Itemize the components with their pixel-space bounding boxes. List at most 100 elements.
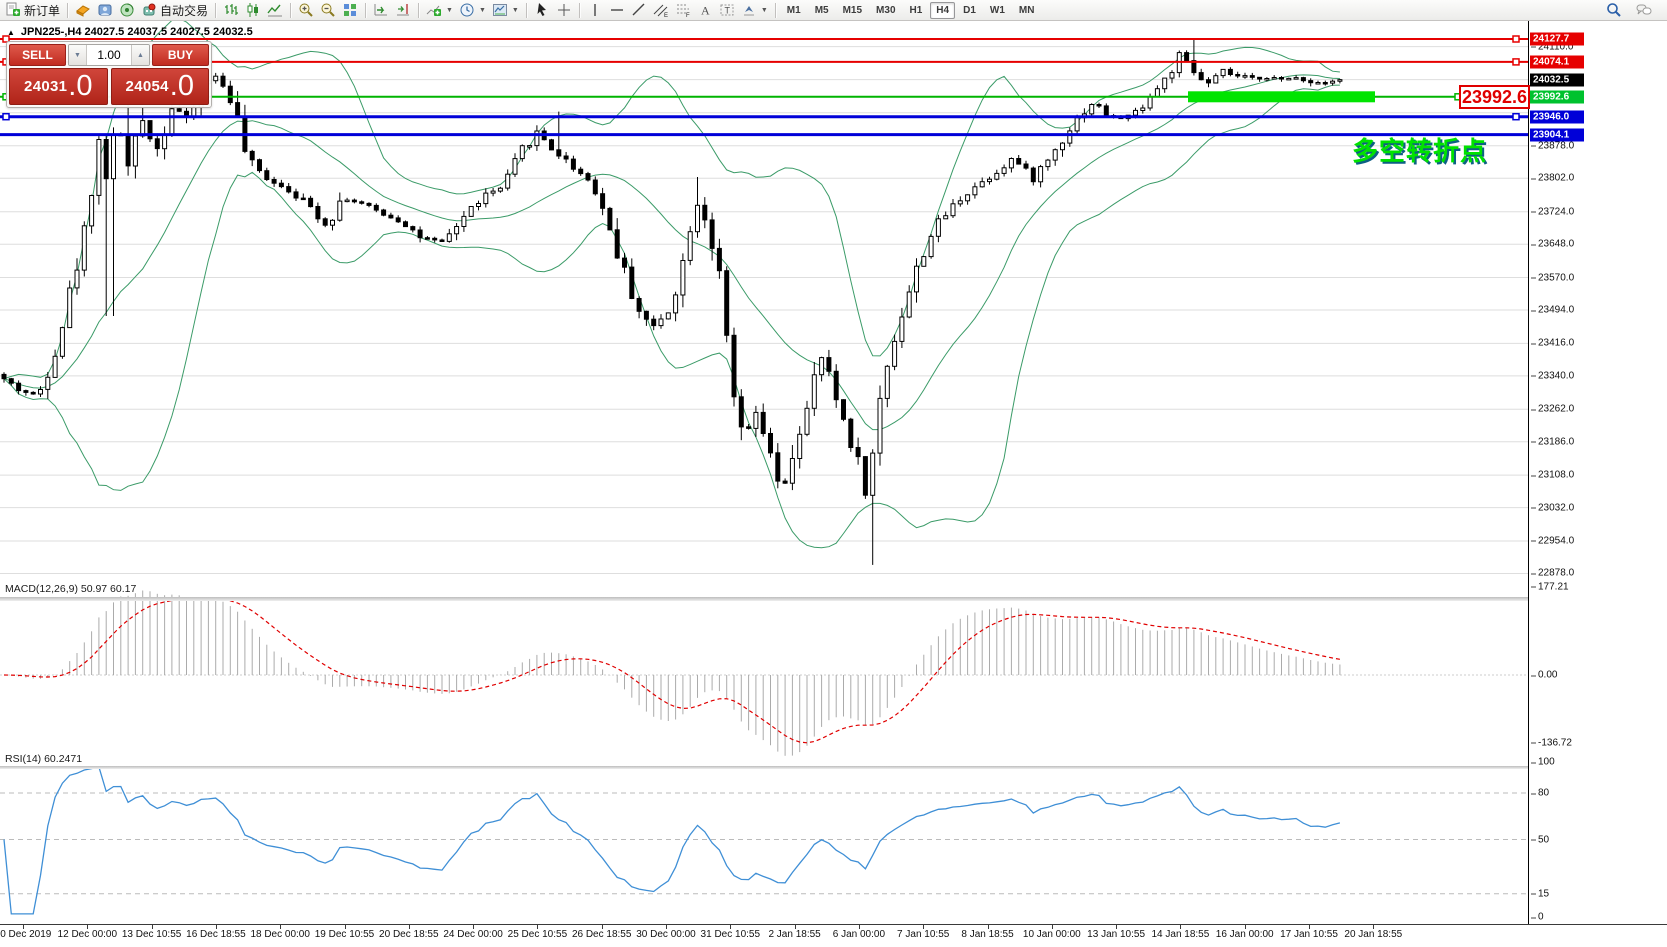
navigator-button[interactable] [116,1,138,19]
rsi-line [4,767,1340,914]
time-tick-mark [602,925,603,929]
sell-price-display[interactable]: 24031 .0 [9,68,108,105]
templates-button[interactable]: ▼ [489,1,522,19]
buy-button[interactable]: BUY [152,44,209,66]
time-tick-mark [1116,925,1117,929]
zoom-in-button[interactable] [295,1,317,19]
volume-decrease-button[interactable]: ▼ [69,45,87,65]
chart-annotation-text[interactable]: 多空转折点 [1352,131,1487,168]
auto-trading-button[interactable]: 自动交易 [138,1,211,19]
volume-value[interactable]: 1.00 [87,45,131,65]
text-button[interactable]: A [694,1,716,19]
toolbar-separator [526,3,527,18]
price-tick-label: 23878.0 [1538,140,1574,151]
pane-splitter[interactable] [0,766,1667,769]
timeframe-button-m15[interactable]: M15 [837,2,868,19]
timeframe-button-m30[interactable]: M30 [870,2,901,19]
timeframe-button-mn[interactable]: MN [1013,2,1041,19]
channel-button[interactable]: E [650,1,672,19]
zoom-out-button[interactable] [317,1,339,19]
template-icon [492,2,508,18]
time-tick-mark [87,925,88,929]
market-watch-button[interactable] [72,1,94,19]
toolbar-separator [290,3,291,18]
timeframe-button-m1[interactable]: M1 [781,2,807,19]
pane-splitter[interactable] [0,597,1667,601]
line-chart-button[interactable] [264,1,286,19]
chart-shift-icon [395,2,411,18]
toolbar-separator [365,3,366,18]
timeframe-button-h1[interactable]: H1 [904,2,929,19]
time-tick-mark [666,925,667,929]
time-tick-label: 26 Dec 18:55 [572,929,632,940]
toolbar-separator [579,3,580,18]
text-t-icon: T [719,2,735,18]
sell-price-main: 24031 [24,78,67,95]
price-level-badge: 23992.6 [1530,90,1584,103]
sell-button[interactable]: SELL [9,44,66,66]
time-tick-mark [152,925,153,929]
zoom-out-icon [320,2,336,18]
dropdown-arrow-icon: ▼ [446,7,453,14]
candlestick-chart-button[interactable] [242,1,264,19]
line-handles[interactable] [3,36,1519,120]
chart-symbol-info: ▲ JPN225-,H4 24027.5 24037.5 24027.5 240… [7,26,253,38]
indicator-add-icon [426,2,442,18]
auto-scroll-button[interactable] [370,1,392,19]
arrows-button[interactable]: ▼ [738,1,771,19]
time-tick-label: 30 Dec 00:00 [636,929,696,940]
time-tick-mark [216,925,217,929]
chart-shift-button[interactable] [392,1,414,19]
svg-text:E: E [664,13,668,18]
bar-chart-button[interactable] [220,1,242,19]
text-label-button[interactable]: T [716,1,738,19]
toolbar-right-group [1603,1,1665,19]
chat-button[interactable] [1633,1,1655,19]
timeframe-button-d1[interactable]: D1 [957,2,982,19]
price-tick-label: 23186.0 [1538,436,1574,447]
price-tick-label: 23108.0 [1538,470,1574,481]
support-highlight-zone[interactable] [1188,91,1375,102]
fibo-icon: F [675,2,691,18]
volume-increase-button[interactable]: ▲ [131,45,149,65]
tline-icon [631,2,647,18]
periods-button[interactable]: ▼ [456,1,489,19]
cursor-button[interactable] [531,1,553,19]
fibonacci-button[interactable]: F [672,1,694,19]
svg-text:F: F [686,13,690,18]
price-tick-label: 23032.0 [1538,502,1574,513]
price-tick-label: 22878.0 [1538,568,1574,579]
time-tick-mark [280,925,281,929]
timeframe-button-m5[interactable]: M5 [809,2,835,19]
vertical-line-button[interactable] [584,1,606,19]
trendline-button[interactable] [628,1,650,19]
candle-chart-icon [245,2,261,18]
timeframe-button-w1[interactable]: W1 [984,2,1011,19]
price-level-badge: 24127.7 [1530,33,1584,46]
time-tick-mark [1245,925,1246,929]
chart-plot-area[interactable] [0,21,1528,924]
buy-price-display[interactable]: 24054 .0 [111,68,210,105]
price-tick-label: 22954.0 [1538,535,1574,546]
price-tick-label: 23802.0 [1538,173,1574,184]
data-window-button[interactable] [94,1,116,19]
new-order-button[interactable]: 新订单 [2,1,63,19]
time-tick-label: 18 Dec 00:00 [250,929,310,940]
crosshair-button[interactable] [553,1,575,19]
svg-text:A: A [701,4,710,18]
timeframe-button-h4[interactable]: H4 [930,2,955,19]
search-button[interactable] [1603,1,1625,19]
price-callout-label[interactable]: 23992.6 [1459,85,1530,109]
horizontal-line-button[interactable] [606,1,628,19]
doc-plus-icon [5,2,21,18]
time-tick-mark [1373,925,1374,929]
toolbar-separator [215,3,216,18]
indicators-button[interactable]: ▼ [423,1,456,19]
collapse-triangle-icon[interactable]: ▲ [7,28,15,37]
toolbar-separator [67,3,68,18]
orange-book-icon [75,2,91,18]
toolbar-separator [775,3,776,18]
time-tick-mark [923,925,924,929]
price-tick-label: 23648.0 [1538,239,1574,250]
tile-windows-button[interactable] [339,1,361,19]
